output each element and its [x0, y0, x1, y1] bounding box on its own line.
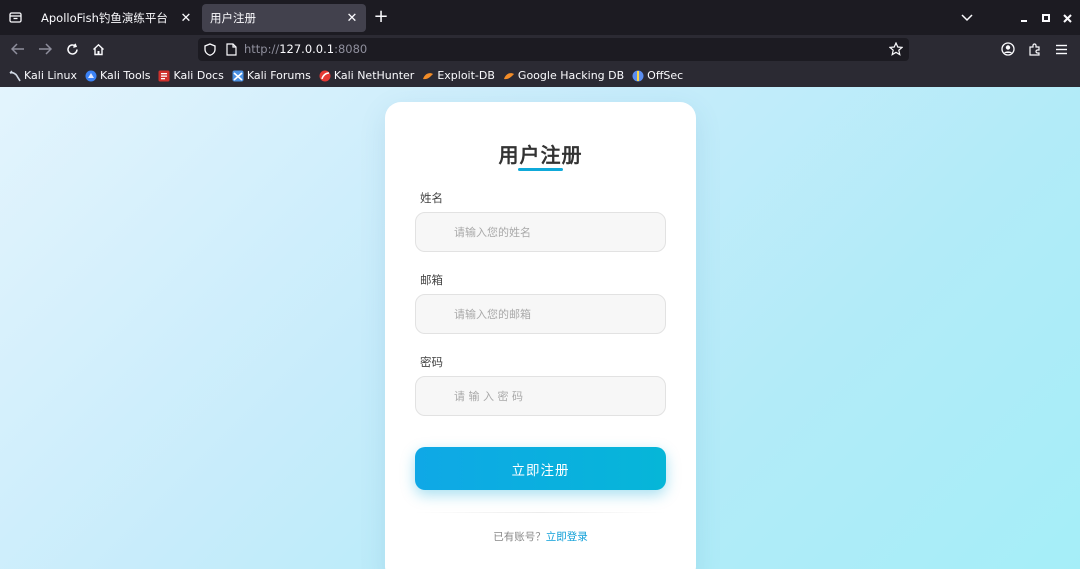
- bookmark-kali-tools[interactable]: Kali Tools: [85, 69, 150, 82]
- back-arrow-icon[interactable]: [8, 39, 28, 59]
- close-tab-icon[interactable]: ✕: [344, 10, 360, 26]
- register-button[interactable]: 立即注册: [415, 447, 666, 490]
- url-scheme: http://: [244, 42, 280, 56]
- bookmark-kali-docs[interactable]: Kali Docs: [158, 69, 224, 82]
- new-tab-button[interactable]: +: [371, 7, 391, 27]
- bookmark-label: Exploit-DB: [437, 69, 495, 82]
- forward-arrow-icon[interactable]: [35, 39, 55, 59]
- title-underline: [518, 168, 563, 171]
- bookmark-google-hacking-db[interactable]: Google Hacking DB: [503, 69, 624, 82]
- offsec-icon: [632, 70, 644, 82]
- bookmark-offsec[interactable]: OffSec: [632, 69, 683, 82]
- kali-tools-icon: [85, 70, 97, 82]
- home-icon[interactable]: [88, 39, 108, 59]
- name-input[interactable]: [415, 212, 666, 252]
- ghdb-icon: [503, 70, 515, 82]
- password-input[interactable]: [415, 376, 666, 416]
- url-host: 127.0.0.1: [279, 42, 335, 56]
- bookmark-exploit-db[interactable]: Exploit-DB: [422, 69, 495, 82]
- tab-strip: ApolloFish钓鱼演练平台 ✕ 用户注册 ✕ +: [0, 0, 1080, 35]
- page-icon[interactable]: [224, 42, 238, 56]
- bookmark-label: Kali Linux: [24, 69, 78, 82]
- kali-dragon-icon: [9, 70, 21, 82]
- bookmarks-toolbar: Kali Linux Kali Tools Kali Docs Kali For…: [0, 64, 1080, 87]
- bookmark-label: OffSec: [647, 69, 684, 82]
- reload-icon[interactable]: [62, 39, 82, 59]
- hamburger-menu-icon[interactable]: [1051, 39, 1071, 59]
- kali-forums-icon: [232, 70, 244, 82]
- bookmark-label: Google Hacking DB: [517, 69, 625, 82]
- bookmark-star-icon[interactable]: [889, 42, 903, 56]
- page-title: 用户注册: [498, 143, 583, 167]
- page-viewport: 用户注册 姓名 邮箱 密码 立即注册 已有账号？立即登录: [0, 87, 1080, 569]
- extensions-icon[interactable]: [1025, 39, 1045, 59]
- close-tab-icon[interactable]: ✕: [178, 10, 194, 26]
- email-input[interactable]: [415, 294, 666, 334]
- list-all-tabs-chevron-icon[interactable]: [957, 8, 977, 28]
- tab-label: ApolloFish钓鱼演练平台: [41, 11, 168, 25]
- password-label: 密码: [420, 355, 443, 369]
- bookmark-label: Kali Docs: [173, 69, 224, 82]
- tab-apollofish[interactable]: ApolloFish钓鱼演练平台 ✕: [33, 4, 200, 32]
- email-label: 邮箱: [420, 273, 443, 287]
- url-port: :8080: [334, 42, 368, 56]
- maximize-window-icon[interactable]: [1036, 8, 1056, 28]
- login-link[interactable]: 立即登录: [546, 531, 588, 543]
- bookmark-kali-linux[interactable]: Kali Linux: [9, 69, 77, 82]
- bookmark-label: Kali Forums: [246, 69, 311, 82]
- kali-docs-icon: [158, 70, 170, 82]
- url-bar[interactable]: http://127.0.0.1:8080: [198, 38, 909, 61]
- navigation-toolbar: http://127.0.0.1:8080: [0, 35, 1080, 64]
- bookmark-kali-forums[interactable]: Kali Forums: [232, 69, 311, 82]
- tab-list-icon[interactable]: [0, 0, 31, 35]
- bookmark-label: Kali Tools: [100, 69, 151, 82]
- nethunter-icon: [319, 70, 331, 82]
- divider: [415, 512, 666, 513]
- bookmark-label: Kali NetHunter: [333, 69, 415, 82]
- minimize-window-icon[interactable]: [1014, 8, 1034, 28]
- tracking-shield-icon[interactable]: [203, 42, 217, 56]
- name-label: 姓名: [420, 191, 443, 205]
- tab-label: 用户注册: [210, 11, 256, 25]
- bookmark-kali-nethunter[interactable]: Kali NetHunter: [319, 69, 415, 82]
- url-text[interactable]: http://127.0.0.1:8080: [244, 42, 367, 56]
- register-card: 用户注册 姓名 邮箱 密码 立即注册 已有账号？立即登录: [385, 102, 696, 569]
- close-window-icon[interactable]: [1057, 8, 1077, 28]
- login-prompt-text: 已有账号？: [493, 531, 546, 543]
- login-prompt: 已有账号？立即登录: [385, 529, 696, 544]
- exploit-db-icon: [422, 70, 434, 82]
- tab-register[interactable]: 用户注册 ✕: [202, 4, 366, 32]
- account-icon[interactable]: [998, 39, 1018, 59]
